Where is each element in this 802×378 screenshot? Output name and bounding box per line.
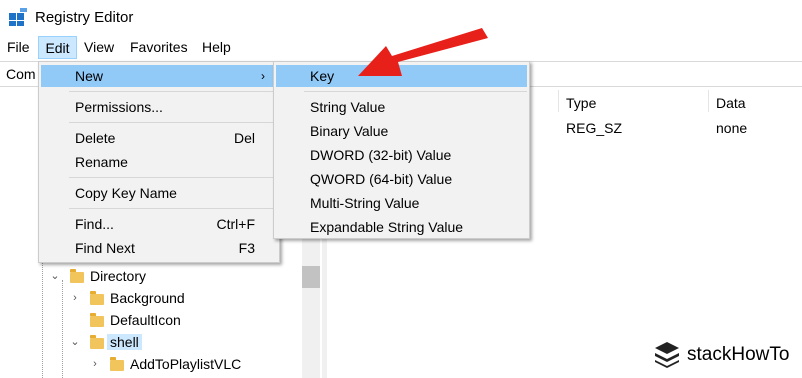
menu-item-label: Copy Key Name: [75, 185, 177, 201]
menu-item-permissions[interactable]: Permissions...: [41, 96, 277, 118]
menu-item-label: Expandable String Value: [310, 219, 464, 235]
chevron-down-icon[interactable]: ⌄: [48, 266, 62, 286]
logo-text: stackHowTo: [687, 344, 790, 365]
address-text: Com: [6, 66, 36, 82]
column-header-data[interactable]: Data: [716, 95, 746, 111]
folder-icon: [70, 269, 84, 283]
folder-icon: [90, 335, 104, 349]
tree-item-defaulticon[interactable]: DefaultIcon: [110, 310, 181, 330]
chevron-right-icon[interactable]: ›: [88, 354, 102, 374]
tree-scrollbar-thumb[interactable]: [302, 266, 320, 288]
tree-item-label: Background: [110, 290, 185, 306]
tree-item-shell[interactable]: shell: [107, 332, 142, 352]
menu-item-label: Multi-String Value: [310, 195, 420, 211]
stack-logo-icon: [655, 342, 679, 368]
red-arrow-annotation: [358, 28, 488, 76]
column-separator[interactable]: [708, 90, 709, 112]
value-type-cell[interactable]: REG_SZ: [566, 120, 622, 136]
menu-item-string-value[interactable]: String Value: [276, 96, 527, 118]
menu-item-label: Rename: [75, 154, 128, 170]
menu-item-expandable-string-value[interactable]: Expandable String Value: [276, 216, 527, 238]
menu-item-label: QWORD (64-bit) Value: [310, 171, 453, 187]
chevron-right-icon[interactable]: ›: [68, 288, 82, 308]
menu-item-delete[interactable]: Delete Del: [41, 127, 277, 149]
column-separator[interactable]: [558, 90, 559, 112]
menu-item-label: String Value: [310, 99, 386, 115]
menu-item-shortcut: F3: [238, 240, 255, 256]
menu-item-find-next[interactable]: Find Next F3: [41, 237, 277, 259]
arrow-shape: [358, 28, 488, 76]
chevron-down-icon[interactable]: ⌄: [68, 332, 82, 352]
tree-item-label: Directory: [90, 268, 147, 284]
menu-item-new[interactable]: New ›: [41, 65, 277, 87]
menu-item-copy-key-name[interactable]: Copy Key Name: [41, 182, 277, 204]
tree-guide-line: [62, 280, 63, 378]
tree-item-addtoplaylistvlc[interactable]: AddToPlaylistVLC: [130, 354, 241, 374]
menu-help[interactable]: Help: [202, 36, 231, 59]
menu-view[interactable]: View: [84, 36, 114, 59]
folder-icon: [90, 313, 104, 327]
menu-item-label: DWORD (32-bit) Value: [310, 147, 452, 163]
menu-item-label: New: [75, 68, 104, 84]
menu-item-shortcut: Del: [233, 130, 255, 146]
tree-item-directory[interactable]: Directory: [90, 266, 146, 286]
menu-item-label: Find Next: [75, 240, 135, 256]
edit-menu: New › Permissions... Delete Del Rename C…: [38, 61, 280, 263]
tree-item-background[interactable]: Background: [110, 288, 185, 308]
menu-separator: [304, 91, 527, 92]
menu-favorites[interactable]: Favorites: [130, 36, 188, 59]
folder-icon: [110, 357, 124, 371]
menu-item-find[interactable]: Find... Ctrl+F: [41, 213, 277, 235]
registry-editor-icon: [9, 8, 27, 26]
menu-separator: [69, 208, 277, 209]
column-header-type[interactable]: Type: [566, 95, 596, 111]
chevron-right-icon: ›: [261, 69, 265, 83]
menu-separator: [69, 177, 277, 178]
menu-item-qword-value[interactable]: QWORD (64-bit) Value: [276, 168, 527, 190]
value-data-cell[interactable]: none: [716, 120, 747, 136]
folder-icon: [90, 291, 104, 305]
menu-separator: [69, 122, 277, 123]
tree-item-label: AddToPlaylistVLC: [130, 356, 242, 372]
tree-item-label: DefaultIcon: [110, 312, 181, 328]
menu-edit[interactable]: Edit: [38, 36, 77, 59]
menu-file[interactable]: File: [7, 36, 30, 59]
menu-item-label: Delete: [75, 130, 116, 146]
menu-item-rename[interactable]: Rename: [41, 151, 277, 173]
menu-item-multi-string-value[interactable]: Multi-String Value: [276, 192, 527, 214]
tree-item-label: shell: [107, 334, 142, 350]
menu-separator: [69, 91, 277, 92]
menu-item-label: Find...: [75, 216, 114, 232]
menu-item-shortcut: Ctrl+F: [216, 216, 256, 232]
menu-item-label: Permissions...: [75, 99, 163, 115]
menu-item-binary-value[interactable]: Binary Value: [276, 120, 527, 142]
menu-item-dword-value[interactable]: DWORD (32-bit) Value: [276, 144, 527, 166]
menu-item-label: Binary Value: [310, 123, 389, 139]
menu-item-label: Key: [310, 68, 335, 84]
window-title: Registry Editor: [35, 9, 134, 26]
